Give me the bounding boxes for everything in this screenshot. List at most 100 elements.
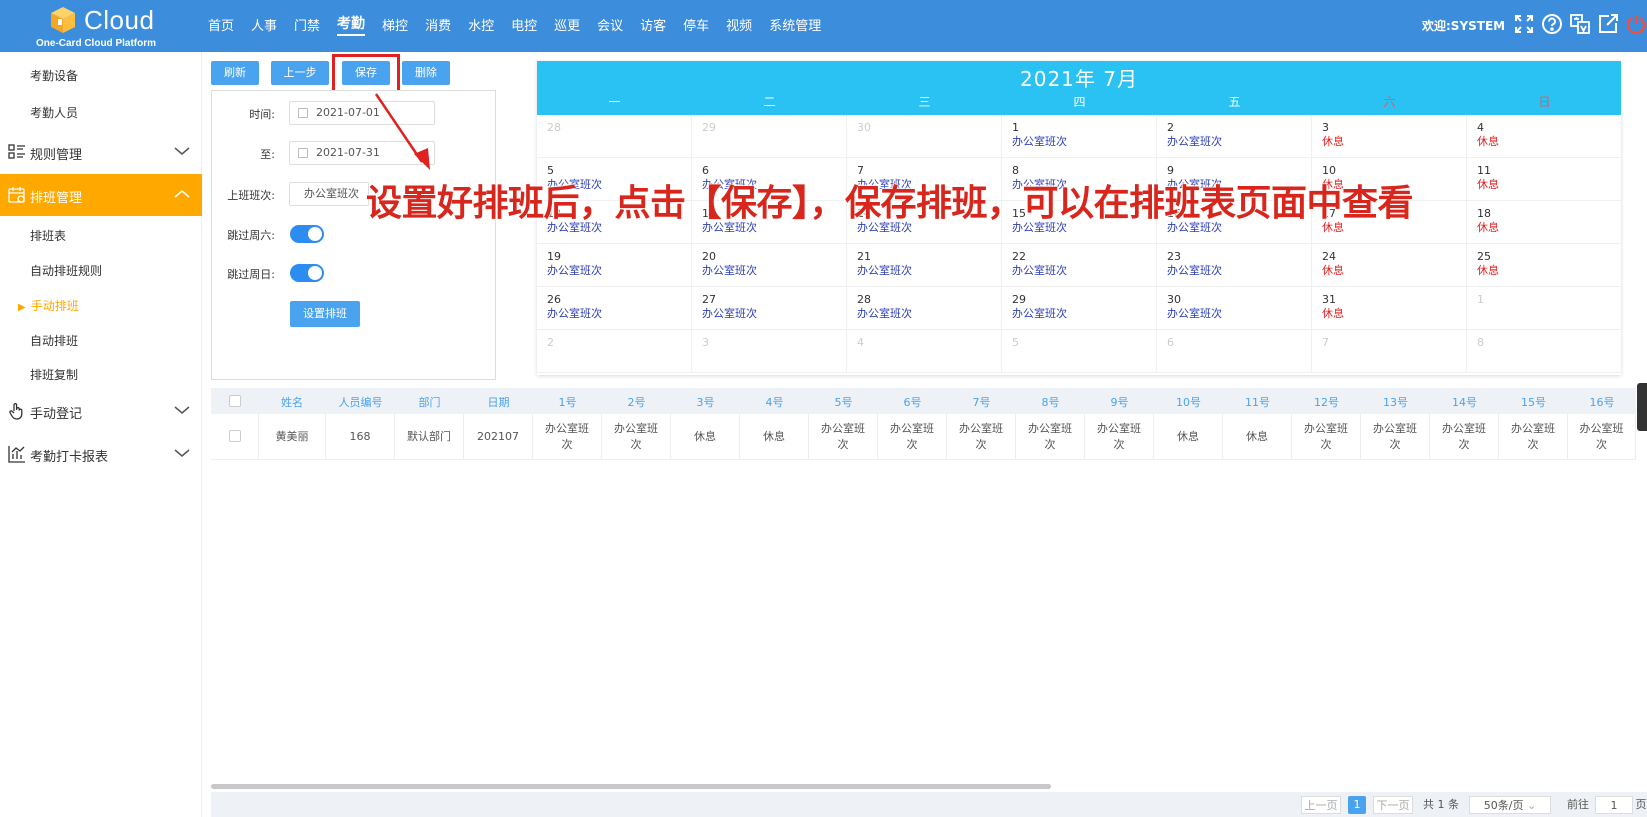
calendar-day[interactable]: 2 [537,330,692,373]
nav-home[interactable]: 首页 [208,15,234,34]
calendar-day[interactable]: 7 [1312,330,1467,373]
calendar-day[interactable]: 28 [537,115,692,158]
day-number: 8 [1477,336,1484,349]
translate-icon[interactable] [1568,12,1592,36]
calendar-day[interactable]: 29 [692,115,847,158]
nav-system[interactable]: 系统管理 [769,15,821,34]
side-panel-handle[interactable] [1637,383,1647,431]
calendar-day[interactable]: 4 休息 [1467,115,1622,158]
calendar-day[interactable]: 31 休息 [1312,287,1467,330]
calendar-day[interactable]: 24 休息 [1312,244,1467,287]
calendar-day[interactable]: 27 办公室班次 [692,287,847,330]
power-icon[interactable] [1624,12,1647,36]
weekday-sat: 六 [1383,95,1396,109]
nav-consume[interactable]: 消费 [425,15,451,34]
sidebar-group-schedule-label: 排班管理 [30,191,83,206]
toggle-knob [308,266,322,280]
sidebar-item-manual-schedule[interactable]: ▶ 手动排班 [18,297,79,314]
page-size-select[interactable]: 50条/页 ⌄ [1469,796,1551,814]
set-schedule-button[interactable]: 设置排班 [290,301,360,327]
calendar-day[interactable]: 1 办公室班次 [1002,115,1157,158]
cell-day-1: 办公室班 次 [533,414,602,460]
nav-hr[interactable]: 人事 [251,15,277,34]
skip-sunday-toggle[interactable] [290,264,324,282]
goto-page-input[interactable]: 1 [1595,796,1633,814]
calendar-day[interactable]: 3 [692,330,847,373]
nav-power[interactable]: 电控 [511,15,537,34]
calendar-day[interactable]: 19 办公室班次 [537,244,692,287]
weekday-mon: 一 [608,95,621,109]
calendar-day[interactable]: 6 [1157,330,1312,373]
select-all-checkbox[interactable] [229,395,241,407]
day-shift: 办公室班次 [857,264,912,277]
next-page-button[interactable]: 下一页 [1373,796,1413,814]
nav-access[interactable]: 门禁 [294,15,320,34]
shift-select[interactable]: 办公室班次 [289,182,369,206]
calendar-day[interactable]: 2 办公室班次 [1157,115,1312,158]
calendar-day[interactable]: 1 [1467,287,1622,330]
calendar-day[interactable]: 25 休息 [1467,244,1622,287]
calendar-day[interactable]: 28 办公室班次 [847,287,1002,330]
calendar-day[interactable]: 20 办公室班次 [692,244,847,287]
nav-attendance[interactable]: 考勤 [337,13,366,36]
sidebar-group-schedule[interactable]: 排班管理 [0,174,202,216]
sidebar-group-rules[interactable]: 规则管理 [0,131,202,173]
calendar-day[interactable]: 18 休息 [1467,201,1622,244]
nav-video[interactable]: 视频 [726,15,752,34]
chevron-down-icon [174,449,190,457]
day-number: 6 [1167,336,1174,349]
nav-visitor[interactable]: 访客 [640,15,666,34]
cell-day-8: 办公室班 次 [1016,414,1085,460]
row-checkbox[interactable] [229,430,241,442]
calendar-day[interactable]: 8 [1467,330,1622,373]
horizontal-scrollbar[interactable] [211,784,1051,789]
day-number: 3 [702,336,709,349]
toggle-knob [308,227,322,241]
help-icon[interactable] [1540,12,1564,36]
page-1-button[interactable]: 1 [1348,796,1366,814]
calendar-day[interactable]: 22 办公室班次 [1002,244,1157,287]
calendar-day[interactable]: 30 办公室班次 [1157,287,1312,330]
calendar-day[interactable]: 11 休息 [1467,158,1622,201]
nav-meeting[interactable]: 会议 [597,15,623,34]
external-link-icon[interactable] [1596,12,1620,36]
cell-day-10: 休息 [1154,414,1223,460]
day-number: 2 [547,336,554,349]
nav-elevator[interactable]: 梯控 [382,15,408,34]
skip-saturday-toggle[interactable] [290,225,324,243]
sidebar-item-auto-rule[interactable]: 自动排班规则 [30,262,102,279]
sidebar-item-attendance-device[interactable]: 考勤设备 [30,67,78,84]
delete-button[interactable]: 删除 [402,61,450,85]
calendar-day[interactable]: 30 [847,115,1002,158]
start-date-value: 2021-07-01 [316,106,380,119]
prev-page-button[interactable]: 上一页 [1301,796,1341,814]
sidebar-group-report[interactable]: 考勤打卡报表 [0,433,202,475]
calendar-day[interactable]: 23 办公室班次 [1157,244,1312,287]
weekday-sun: 日 [1538,95,1551,109]
day-shift: 办公室班次 [1012,307,1067,320]
logo[interactable]: Cloud One-Card Cloud Platform [36,3,166,49]
calendar-day[interactable]: 5 [1002,330,1157,373]
table-row[interactable]: 黄美丽 168 默认部门 202107 办公室班 次 办公室班 次 休息 休息 … [211,414,1636,460]
cell-name: 黄美丽 [258,414,326,460]
col-day-8: 8号 [1041,396,1060,409]
sidebar-item-attendance-staff[interactable]: 考勤人员 [30,104,78,121]
calendar-day[interactable]: 3 休息 [1312,115,1467,158]
nav-patrol[interactable]: 巡更 [554,15,580,34]
calendar-day[interactable]: 4 [847,330,1002,373]
cell-day-11: 休息 [1223,414,1292,460]
nav-water[interactable]: 水控 [468,15,494,34]
nav-parking[interactable]: 停车 [683,15,709,34]
calendar-day[interactable]: 29 办公室班次 [1002,287,1157,330]
fullscreen-icon[interactable] [1512,12,1536,36]
calendar-day[interactable]: 26 办公室班次 [537,287,692,330]
sidebar-group-manual[interactable]: 手动登记 [0,390,202,432]
refresh-button[interactable]: 刷新 [211,61,259,85]
calendar-day[interactable]: 21 办公室班次 [847,244,1002,287]
sidebar-item-auto-schedule[interactable]: 自动排班 [30,332,78,349]
sidebar-item-copy-schedule[interactable]: 排班复制 [30,366,78,383]
prev-step-button[interactable]: 上一步 [271,61,329,85]
col-day-9: 9号 [1110,396,1129,409]
sidebar-item-schedule-table[interactable]: 排班表 [30,227,66,244]
rules-icon [8,144,25,159]
